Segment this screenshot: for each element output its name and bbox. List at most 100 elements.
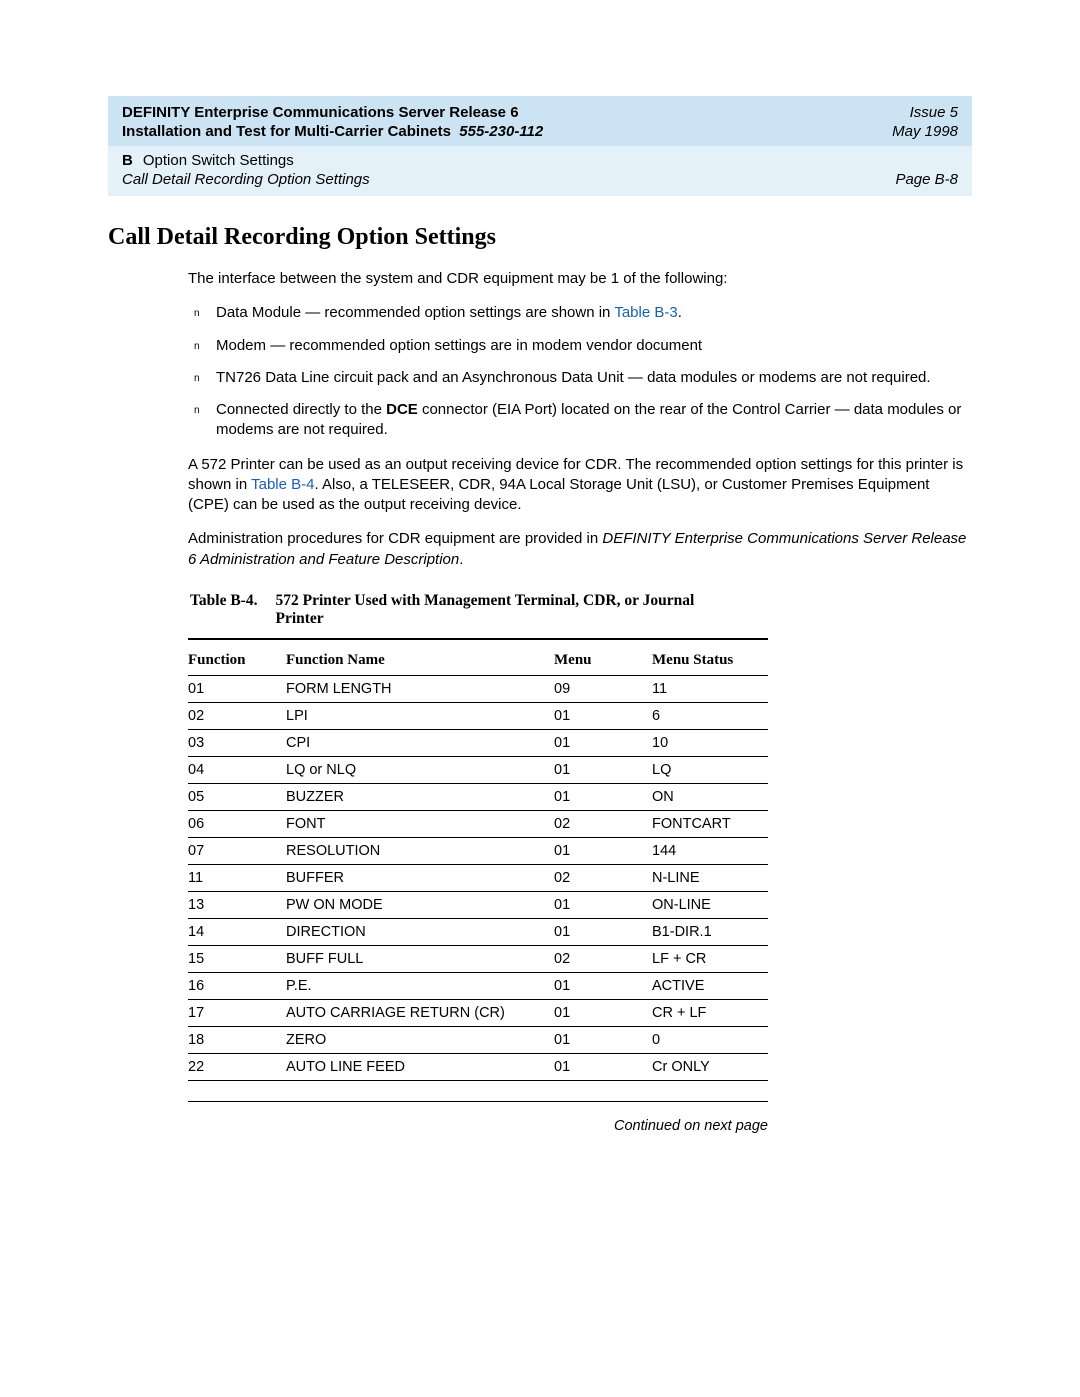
- table-cell: 18: [188, 1026, 286, 1053]
- col-menu-status: Menu Status: [652, 646, 768, 676]
- table-cell: CR + LF: [652, 999, 768, 1026]
- doc-number: 555-230-112: [459, 123, 543, 140]
- table-cell: 11: [652, 675, 768, 702]
- table-cell: N-LINE: [652, 864, 768, 891]
- table-cell: 10: [652, 729, 768, 756]
- table-row: 17AUTO CARRIAGE RETURN (CR)01CR + LF: [188, 999, 768, 1026]
- table-b4-link[interactable]: Table B-4: [251, 476, 314, 493]
- table-row: 05BUZZER01ON: [188, 783, 768, 810]
- issue-number: Issue 5: [910, 104, 958, 121]
- bullet-icon: n: [194, 404, 200, 418]
- table-cell: ON: [652, 783, 768, 810]
- table-cell: 0: [652, 1026, 768, 1053]
- table-cell: LQ: [652, 756, 768, 783]
- table-cell: 16: [188, 972, 286, 999]
- table-row: 16P.E.01ACTIVE: [188, 972, 768, 999]
- table-cell: 01: [188, 675, 286, 702]
- table-b4: Table B-4. 572 Printer Used with Managem…: [188, 592, 768, 1134]
- table-row: 02LPI016: [188, 702, 768, 729]
- table-header-row: Function Function Name Menu Menu Status: [188, 646, 768, 676]
- table-cell: ON-LINE: [652, 891, 768, 918]
- table-title: 572 Printer Used with Management Termina…: [275, 592, 695, 628]
- table-cell: AUTO CARRIAGE RETURN (CR): [286, 999, 554, 1026]
- doc-date: May 1998: [892, 123, 958, 140]
- table-cell: 01: [554, 1053, 652, 1080]
- divider: [188, 638, 768, 640]
- table-row: 13PW ON MODE01ON-LINE: [188, 891, 768, 918]
- table-cell: 01: [554, 783, 652, 810]
- table-cell: PW ON MODE: [286, 891, 554, 918]
- list-item: n Connected directly to the DCE connecto…: [216, 400, 972, 441]
- table-cell: BUZZER: [286, 783, 554, 810]
- bullet-icon: n: [194, 307, 200, 321]
- table-number: Table B-4.: [190, 592, 257, 628]
- table-cell: 05: [188, 783, 286, 810]
- table-cell: 09: [554, 675, 652, 702]
- table-row: 14DIRECTION01B1-DIR.1: [188, 918, 768, 945]
- table-cell: 02: [554, 945, 652, 972]
- table-cell: 07: [188, 837, 286, 864]
- table-row: 06FONT02FONTCART: [188, 810, 768, 837]
- list-item: n Modem — recommended option settings ar…: [216, 336, 972, 356]
- table-b3-link[interactable]: Table B-3: [614, 304, 677, 321]
- table-cell: Cr ONLY: [652, 1053, 768, 1080]
- table-cell: BUFF FULL: [286, 945, 554, 972]
- table-cell: 02: [554, 864, 652, 891]
- table-cell: 15: [188, 945, 286, 972]
- table-cell: 01: [554, 729, 652, 756]
- table-cell: ZERO: [286, 1026, 554, 1053]
- table-cell: 01: [554, 1026, 652, 1053]
- doc-title: DEFINITY Enterprise Communications Serve…: [122, 104, 519, 121]
- body-text: The interface between the system and CDR…: [188, 269, 972, 570]
- page-header-secondary: B Option Switch Settings Call Detail Rec…: [108, 146, 972, 196]
- bullet-icon: n: [194, 340, 200, 354]
- table-cell: 14: [188, 918, 286, 945]
- table-row: 04LQ or NLQ01LQ: [188, 756, 768, 783]
- appendix-letter: B: [122, 152, 133, 169]
- doc-subtitle: Installation and Test for Multi-Carrier …: [122, 123, 543, 140]
- data-table: Function Function Name Menu Menu Status …: [188, 646, 768, 1081]
- list-item: n Data Module — recommended option setti…: [216, 303, 972, 323]
- table-cell: DIRECTION: [286, 918, 554, 945]
- table-cell: 04: [188, 756, 286, 783]
- table-cell: FORM LENGTH: [286, 675, 554, 702]
- table-cell: 17: [188, 999, 286, 1026]
- page-number: Page B-8: [895, 171, 958, 188]
- table-cell: 01: [554, 972, 652, 999]
- table-cell: CPI: [286, 729, 554, 756]
- divider: [188, 1101, 768, 1102]
- table-row: 22AUTO LINE FEED01Cr ONLY: [188, 1053, 768, 1080]
- table-cell: ACTIVE: [652, 972, 768, 999]
- paragraph: Administration procedures for CDR equipm…: [188, 529, 972, 570]
- table-cell: 02: [554, 810, 652, 837]
- table-cell: LPI: [286, 702, 554, 729]
- table-cell: AUTO LINE FEED: [286, 1053, 554, 1080]
- table-cell: B1-DIR.1: [652, 918, 768, 945]
- table-cell: 01: [554, 891, 652, 918]
- table-cell: RESOLUTION: [286, 837, 554, 864]
- table-cell: BUFFER: [286, 864, 554, 891]
- table-cell: 144: [652, 837, 768, 864]
- table-caption: Table B-4. 572 Printer Used with Managem…: [188, 592, 768, 634]
- appendix-title: Option Switch Settings: [143, 152, 294, 169]
- table-row: 11BUFFER02N-LINE: [188, 864, 768, 891]
- table-cell: 01: [554, 756, 652, 783]
- section-title: Call Detail Recording Option Settings: [108, 224, 972, 251]
- breadcrumb: Call Detail Recording Option Settings: [122, 171, 370, 188]
- col-function: Function: [188, 646, 286, 676]
- bullet-list: n Data Module — recommended option setti…: [188, 303, 972, 440]
- table-cell: 11: [188, 864, 286, 891]
- table-cell: 01: [554, 918, 652, 945]
- table-cell: 02: [188, 702, 286, 729]
- table-row: 01FORM LENGTH0911: [188, 675, 768, 702]
- table-cell: FONT: [286, 810, 554, 837]
- table-cell: 22: [188, 1053, 286, 1080]
- continued-label: Continued on next page: [188, 1118, 768, 1134]
- table-cell: FONTCART: [652, 810, 768, 837]
- table-cell: LF + CR: [652, 945, 768, 972]
- paragraph: A 572 Printer can be used as an output r…: [188, 455, 972, 516]
- table-row: 03CPI0110: [188, 729, 768, 756]
- table-row: 07RESOLUTION01144: [188, 837, 768, 864]
- table-cell: 6: [652, 702, 768, 729]
- col-menu: Menu: [554, 646, 652, 676]
